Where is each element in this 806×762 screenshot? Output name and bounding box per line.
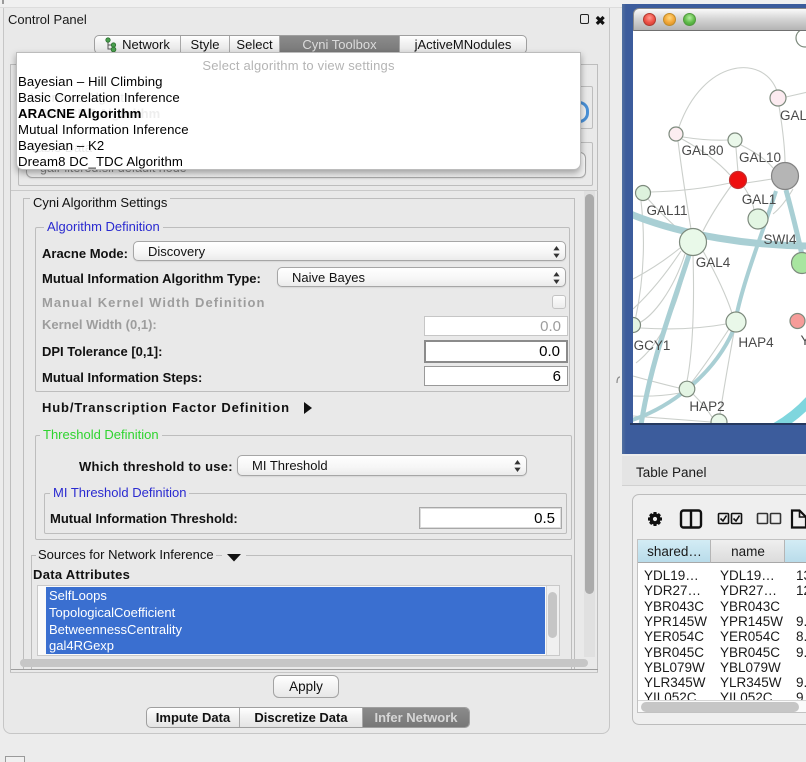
svg-text:GAL10: GAL10 <box>739 150 781 165</box>
svg-text:GAL80: GAL80 <box>681 143 723 158</box>
svg-text:HAP4: HAP4 <box>738 335 774 350</box>
svg-text:HAP2: HAP2 <box>689 399 724 414</box>
svg-text:SWI4: SWI4 <box>763 232 796 247</box>
svg-text:GCY1: GCY1 <box>634 338 671 353</box>
svg-text:Y: Y <box>801 333 806 348</box>
svg-text:GAL4: GAL4 <box>696 255 731 270</box>
svg-text:GAL1: GAL1 <box>742 192 777 207</box>
svg-text:GAL11: GAL11 <box>646 203 687 218</box>
svg-text:GAL7: GAL7 <box>780 108 806 123</box>
